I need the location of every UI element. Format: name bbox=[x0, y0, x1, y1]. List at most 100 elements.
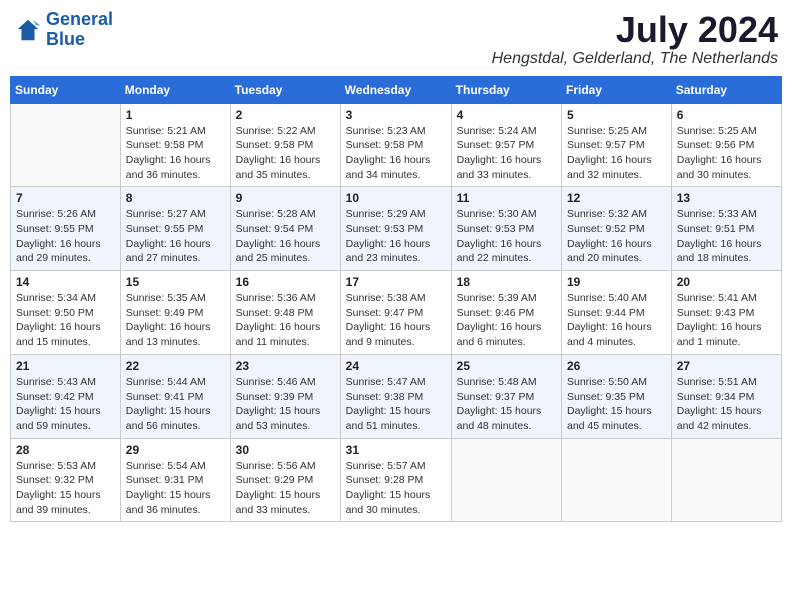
day-info: Sunrise: 5:38 AM Sunset: 9:47 PM Dayligh… bbox=[346, 291, 446, 350]
day-number: 30 bbox=[236, 443, 335, 457]
day-number: 23 bbox=[236, 359, 335, 373]
day-info: Sunrise: 5:57 AM Sunset: 9:28 PM Dayligh… bbox=[346, 459, 446, 518]
day-info: Sunrise: 5:29 AM Sunset: 9:53 PM Dayligh… bbox=[346, 207, 446, 266]
day-number: 27 bbox=[677, 359, 776, 373]
day-info: Sunrise: 5:25 AM Sunset: 9:56 PM Dayligh… bbox=[677, 124, 776, 183]
day-number: 2 bbox=[236, 108, 335, 122]
day-number: 1 bbox=[126, 108, 225, 122]
day-info: Sunrise: 5:28 AM Sunset: 9:54 PM Dayligh… bbox=[236, 207, 335, 266]
day-cell: 5 Sunrise: 5:25 AM Sunset: 9:57 PM Daylig… bbox=[562, 103, 672, 187]
title-area: July 2024 Hengstdal, Gelderland, The Net… bbox=[492, 10, 778, 68]
day-cell: 6 Sunrise: 5:25 AM Sunset: 9:56 PM Daylig… bbox=[671, 103, 781, 187]
day-cell bbox=[11, 103, 121, 187]
day-info: Sunrise: 5:53 AM Sunset: 9:32 PM Dayligh… bbox=[16, 459, 115, 518]
day-info: Sunrise: 5:35 AM Sunset: 9:49 PM Dayligh… bbox=[126, 291, 225, 350]
day-number: 18 bbox=[457, 275, 556, 289]
day-cell: 14 Sunrise: 5:34 AM Sunset: 9:50 PM Dayli… bbox=[11, 271, 121, 355]
day-info: Sunrise: 5:46 AM Sunset: 9:39 PM Dayligh… bbox=[236, 375, 335, 434]
day-number: 19 bbox=[567, 275, 666, 289]
day-number: 15 bbox=[126, 275, 225, 289]
week-row-0: 1 Sunrise: 5:21 AM Sunset: 9:58 PM Daylig… bbox=[11, 103, 782, 187]
day-cell: 19 Sunrise: 5:40 AM Sunset: 9:44 PM Dayli… bbox=[562, 271, 672, 355]
week-row-2: 14 Sunrise: 5:34 AM Sunset: 9:50 PM Dayli… bbox=[11, 271, 782, 355]
day-cell: 15 Sunrise: 5:35 AM Sunset: 9:49 PM Dayli… bbox=[120, 271, 230, 355]
day-info: Sunrise: 5:34 AM Sunset: 9:50 PM Dayligh… bbox=[16, 291, 115, 350]
day-cell: 1 Sunrise: 5:21 AM Sunset: 9:58 PM Daylig… bbox=[120, 103, 230, 187]
day-cell: 31 Sunrise: 5:57 AM Sunset: 9:28 PM Dayli… bbox=[340, 438, 451, 522]
calendar-table: SundayMondayTuesdayWednesdayThursdayFrid… bbox=[10, 76, 782, 523]
day-number: 7 bbox=[16, 191, 115, 205]
day-cell: 16Sunrise: 5:36 AM Sunset: 9:48 PM Dayli… bbox=[230, 271, 340, 355]
day-cell bbox=[451, 438, 561, 522]
day-info: Sunrise: 5:23 AM Sunset: 9:58 PM Dayligh… bbox=[346, 124, 446, 183]
day-cell bbox=[562, 438, 672, 522]
day-cell: 22Sunrise: 5:44 AM Sunset: 9:41 PM Dayli… bbox=[120, 354, 230, 438]
day-info: Sunrise: 5:51 AM Sunset: 9:34 PM Dayligh… bbox=[677, 375, 776, 434]
day-cell: 29 Sunrise: 5:54 AM Sunset: 9:31 PM Dayli… bbox=[120, 438, 230, 522]
day-info: Sunrise: 5:21 AM Sunset: 9:58 PM Dayligh… bbox=[126, 124, 225, 183]
day-cell: 25Sunrise: 5:48 AM Sunset: 9:37 PM Dayli… bbox=[451, 354, 561, 438]
day-cell: 27 Sunrise: 5:51 AM Sunset: 9:34 PM Dayli… bbox=[671, 354, 781, 438]
day-info: Sunrise: 5:54 AM Sunset: 9:31 PM Dayligh… bbox=[126, 459, 225, 518]
day-number: 21 bbox=[16, 359, 115, 373]
day-cell: 26 Sunrise: 5:50 AM Sunset: 9:35 PM Dayli… bbox=[562, 354, 672, 438]
week-row-4: 28Sunrise: 5:53 AM Sunset: 9:32 PM Dayli… bbox=[11, 438, 782, 522]
day-cell: 28Sunrise: 5:53 AM Sunset: 9:32 PM Dayli… bbox=[11, 438, 121, 522]
header-saturday: Saturday bbox=[671, 76, 781, 103]
header-monday: Monday bbox=[120, 76, 230, 103]
day-number: 12 bbox=[567, 191, 666, 205]
day-cell: 18 Sunrise: 5:39 AM Sunset: 9:46 PM Dayli… bbox=[451, 271, 561, 355]
day-info: Sunrise: 5:25 AM Sunset: 9:57 PM Dayligh… bbox=[567, 124, 666, 183]
day-cell: 4Sunrise: 5:24 AM Sunset: 9:57 PM Daylig… bbox=[451, 103, 561, 187]
day-number: 31 bbox=[346, 443, 446, 457]
day-cell: 20 Sunrise: 5:41 AM Sunset: 9:43 PM Dayli… bbox=[671, 271, 781, 355]
day-info: Sunrise: 5:33 AM Sunset: 9:51 PM Dayligh… bbox=[677, 207, 776, 266]
day-cell: 12 Sunrise: 5:32 AM Sunset: 9:52 PM Dayli… bbox=[562, 187, 672, 271]
day-number: 10 bbox=[346, 191, 446, 205]
month-title: July 2024 bbox=[492, 10, 778, 50]
location-title: Hengstdal, Gelderland, The Netherlands bbox=[492, 50, 778, 68]
day-info: Sunrise: 5:41 AM Sunset: 9:43 PM Dayligh… bbox=[677, 291, 776, 350]
day-number: 6 bbox=[677, 108, 776, 122]
day-cell: 9 Sunrise: 5:28 AM Sunset: 9:54 PM Daylig… bbox=[230, 187, 340, 271]
day-cell: 30Sunrise: 5:56 AM Sunset: 9:29 PM Dayli… bbox=[230, 438, 340, 522]
day-number: 17 bbox=[346, 275, 446, 289]
day-number: 13 bbox=[677, 191, 776, 205]
logo-line1: General bbox=[46, 9, 113, 29]
day-info: Sunrise: 5:30 AM Sunset: 9:53 PM Dayligh… bbox=[457, 207, 556, 266]
logo: General Blue bbox=[14, 10, 113, 50]
logo-text: General Blue bbox=[46, 10, 113, 50]
day-number: 24 bbox=[346, 359, 446, 373]
day-info: Sunrise: 5:24 AM Sunset: 9:57 PM Dayligh… bbox=[457, 124, 556, 183]
header-thursday: Thursday bbox=[451, 76, 561, 103]
day-cell: 7Sunrise: 5:26 AM Sunset: 9:55 PM Daylig… bbox=[11, 187, 121, 271]
day-info: Sunrise: 5:40 AM Sunset: 9:44 PM Dayligh… bbox=[567, 291, 666, 350]
day-number: 25 bbox=[457, 359, 556, 373]
day-info: Sunrise: 5:47 AM Sunset: 9:38 PM Dayligh… bbox=[346, 375, 446, 434]
day-number: 20 bbox=[677, 275, 776, 289]
page-header: General Blue July 2024 Hengstdal, Gelder… bbox=[10, 10, 782, 68]
day-number: 14 bbox=[16, 275, 115, 289]
day-number: 8 bbox=[126, 191, 225, 205]
day-cell: 2Sunrise: 5:22 AM Sunset: 9:58 PM Daylig… bbox=[230, 103, 340, 187]
day-number: 9 bbox=[236, 191, 335, 205]
day-number: 29 bbox=[126, 443, 225, 457]
day-number: 26 bbox=[567, 359, 666, 373]
day-info: Sunrise: 5:50 AM Sunset: 9:35 PM Dayligh… bbox=[567, 375, 666, 434]
day-number: 22 bbox=[126, 359, 225, 373]
day-cell: 8Sunrise: 5:27 AM Sunset: 9:55 PM Daylig… bbox=[120, 187, 230, 271]
day-cell: 21Sunrise: 5:43 AM Sunset: 9:42 PM Dayli… bbox=[11, 354, 121, 438]
day-cell: 3 Sunrise: 5:23 AM Sunset: 9:58 PM Daylig… bbox=[340, 103, 451, 187]
day-info: Sunrise: 5:32 AM Sunset: 9:52 PM Dayligh… bbox=[567, 207, 666, 266]
day-info: Sunrise: 5:39 AM Sunset: 9:46 PM Dayligh… bbox=[457, 291, 556, 350]
header-sunday: Sunday bbox=[11, 76, 121, 103]
logo-line2: Blue bbox=[46, 29, 85, 49]
day-cell: 10 Sunrise: 5:29 AM Sunset: 9:53 PM Dayli… bbox=[340, 187, 451, 271]
day-cell bbox=[671, 438, 781, 522]
day-info: Sunrise: 5:36 AM Sunset: 9:48 PM Dayligh… bbox=[236, 291, 335, 350]
day-cell: 24 Sunrise: 5:47 AM Sunset: 9:38 PM Dayli… bbox=[340, 354, 451, 438]
day-number: 3 bbox=[346, 108, 446, 122]
day-cell: 17 Sunrise: 5:38 AM Sunset: 9:47 PM Dayli… bbox=[340, 271, 451, 355]
day-number: 11 bbox=[457, 191, 556, 205]
day-number: 5 bbox=[567, 108, 666, 122]
